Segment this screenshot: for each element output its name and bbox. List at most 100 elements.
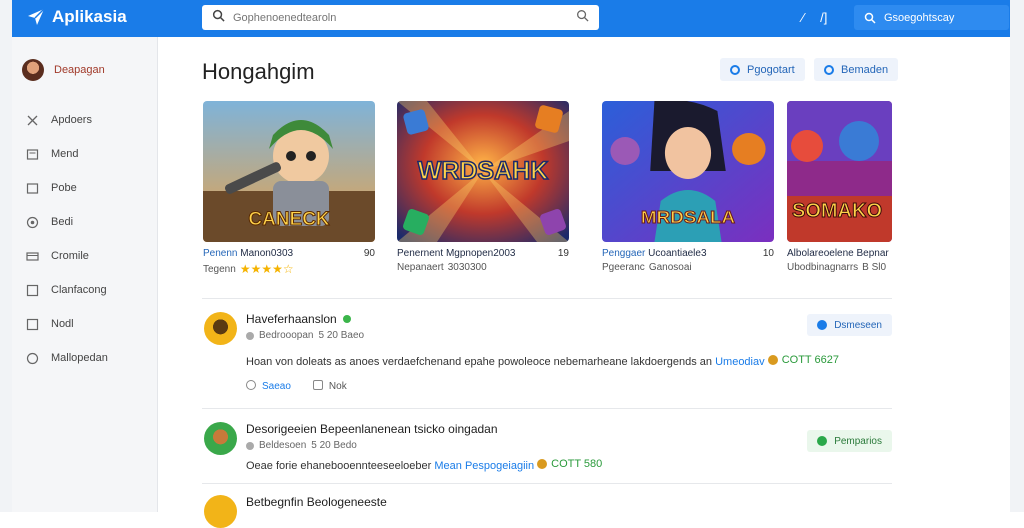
post-body-text: Hoan von doleats as anoes verdaefchenand… bbox=[246, 356, 713, 368]
top-bar: Aplikasia ⁄ /] Gsoegohtscay bbox=[12, 0, 1010, 37]
search-bar[interactable] bbox=[202, 5, 599, 30]
card-title-row: Penenn Manon0303 90 bbox=[203, 248, 375, 259]
thumb-text: WRDSAHK bbox=[418, 157, 549, 185]
game-card[interactable]: CANECK Penenn Manon0303 90 Tegenn ★★★★☆ bbox=[203, 101, 375, 276]
post-meta: Bedrooopan 5 20 Baeo bbox=[246, 330, 364, 341]
post-meta-b: 5 20 Bedo bbox=[311, 440, 357, 451]
circle-icon bbox=[817, 320, 828, 330]
square-icon bbox=[26, 148, 39, 160]
sidebar-item-label: Pobe bbox=[51, 182, 77, 194]
post-meta-a: Beldesoen bbox=[259, 440, 307, 451]
thumb-icon bbox=[312, 380, 323, 390]
user-menu-button[interactable]: Gsoegohtscay bbox=[854, 5, 1009, 30]
like-action[interactable]: Nok bbox=[312, 380, 347, 392]
feed-post: Betbegnfin Beologeneeste bbox=[202, 495, 892, 528]
card-title-b: Bepnar bbox=[856, 248, 889, 259]
sidebar-item-8[interactable]: Mallopedan bbox=[26, 341, 151, 375]
pen-icon[interactable]: ⁄ bbox=[802, 10, 804, 25]
avatar[interactable] bbox=[204, 312, 237, 345]
sidebar-item-label: Nodl bbox=[51, 318, 74, 330]
header-button-label: Pgogotart bbox=[747, 63, 795, 76]
circle-icon bbox=[246, 380, 256, 390]
user-icon bbox=[864, 12, 876, 24]
card-sub-row: Pgeeranc Ganosoai bbox=[602, 262, 774, 273]
post-title-row: Desorigeeien Bepeenlanenean tsicko oinga… bbox=[246, 422, 498, 436]
post-title[interactable]: Desorigeeien Bepeenlanenean tsicko oinga… bbox=[246, 422, 498, 436]
post-title[interactable]: Betbegnfin Beologeneeste bbox=[246, 495, 387, 509]
game-thumbnail[interactable]: MRDSALA bbox=[602, 101, 774, 242]
game-card[interactable]: SOMAKO Albolareoelene Bepnar Ubodbinagna… bbox=[787, 101, 892, 273]
thumb-text: MRDSALA bbox=[641, 206, 735, 226]
card-sub: Nepanaert bbox=[397, 262, 444, 273]
page-title: Hongahgim bbox=[202, 59, 315, 84]
card-count: 10 bbox=[762, 248, 774, 259]
post-action-button[interactable]: Dsmeseen bbox=[807, 314, 892, 336]
post-link[interactable]: Mean Pespogeiagiin bbox=[434, 460, 534, 472]
sidebar-item-4[interactable]: Bedi bbox=[26, 205, 151, 239]
app-frame: Aplikasia ⁄ /] Gsoegohtscay Deapagan Apd… bbox=[0, 0, 1024, 528]
user-menu-label: Gsoegohtscay bbox=[884, 11, 955, 24]
game-card[interactable]: WRDSAHK Penernent Mgpnopen2003 19 Nepana… bbox=[397, 101, 569, 273]
logo-icon bbox=[28, 8, 45, 25]
circle-icon bbox=[824, 64, 834, 75]
sidebar-item-label: Mallopedan bbox=[51, 352, 108, 364]
game-thumbnail[interactable]: SOMAKO bbox=[787, 101, 892, 242]
thumb-text: SOMAKO bbox=[792, 200, 882, 222]
sidebar-item-6[interactable]: Clanfacong bbox=[26, 273, 151, 307]
app-name: Aplikasia bbox=[52, 7, 127, 26]
square-icon bbox=[26, 284, 39, 296]
post-coin: COTT 580 bbox=[551, 458, 603, 470]
card-title-row: Albolareoelene Bepnar bbox=[787, 248, 892, 259]
search-input[interactable] bbox=[233, 11, 568, 24]
sidebar-nav: Apdoers Mend Pobe Bedi Cromile Clanfacon… bbox=[26, 103, 151, 375]
avatar[interactable] bbox=[204, 422, 237, 455]
bookmark-icon[interactable]: /] bbox=[820, 10, 827, 25]
sidebar-profile[interactable]: Deapagan bbox=[22, 59, 105, 81]
clock-icon bbox=[246, 441, 254, 450]
search-submit-icon[interactable] bbox=[576, 9, 589, 27]
thumb-text: CANECK bbox=[248, 209, 330, 230]
header-button-2[interactable]: Bemaden bbox=[814, 58, 899, 81]
game-art-image: WRDSAHK bbox=[397, 101, 569, 242]
game-art-image: CANECK bbox=[203, 101, 375, 242]
sidebar-item-7[interactable]: Nodl bbox=[26, 307, 151, 341]
game-thumbnail[interactable]: WRDSAHK bbox=[397, 101, 569, 242]
post-body: Hoan von doleats as anoes verdaefchenand… bbox=[246, 354, 839, 368]
game-thumbnail[interactable]: CANECK bbox=[203, 101, 375, 242]
post-title[interactable]: Haveferhaanslon bbox=[246, 312, 337, 326]
feed-post: Desorigeeien Bepeenlanenean tsicko oinga… bbox=[202, 422, 892, 482]
square-icon bbox=[26, 182, 39, 194]
divider bbox=[202, 483, 892, 484]
post-title-row: Haveferhaanslon bbox=[246, 312, 351, 326]
profile-name: Deapagan bbox=[54, 64, 105, 76]
circle-icon bbox=[26, 216, 39, 228]
card-sub-b: B Sl0 bbox=[862, 262, 887, 273]
circle-icon bbox=[817, 436, 828, 446]
sidebar-item-5[interactable]: Cromile bbox=[26, 239, 151, 273]
square-icon bbox=[26, 318, 39, 330]
post-link[interactable]: Umeodiav bbox=[715, 356, 765, 368]
search-icon bbox=[212, 9, 225, 27]
avatar bbox=[22, 59, 44, 81]
coin-icon bbox=[767, 355, 778, 365]
card-icon bbox=[26, 251, 39, 261]
post-action-button[interactable]: Pemparios bbox=[807, 430, 892, 452]
card-title-a: Penggaer bbox=[602, 248, 646, 259]
post-coin: COTT 6627 bbox=[781, 354, 839, 366]
sidebar: Deapagan Apdoers Mend Pobe Bedi Cromile bbox=[12, 37, 158, 512]
clock-icon bbox=[246, 331, 254, 340]
sidebar-item-3[interactable]: Pobe bbox=[26, 171, 151, 205]
sidebar-item-2[interactable]: Mend bbox=[26, 137, 151, 171]
share-action-label: Saeao bbox=[262, 381, 291, 392]
sidebar-item-1[interactable]: Apdoers bbox=[26, 103, 151, 137]
game-card[interactable]: MRDSALA Penggaer Ucoantiaele3 10 Pgeeran… bbox=[602, 101, 774, 273]
header-button-1[interactable]: Pgogotart bbox=[720, 58, 805, 81]
post-action-button-label: Dsmeseen bbox=[834, 319, 882, 331]
share-action[interactable]: Saeao bbox=[246, 380, 291, 392]
verified-icon bbox=[342, 315, 351, 323]
feed-post: Haveferhaanslon Bedrooopan 5 20 Baeo Hoa… bbox=[202, 312, 892, 402]
post-actions: Saeao Nok bbox=[246, 380, 347, 392]
sidebar-item-label: Apdoers bbox=[51, 114, 92, 126]
app-logo[interactable]: Aplikasia bbox=[26, 7, 127, 27]
coin-icon bbox=[537, 459, 548, 469]
